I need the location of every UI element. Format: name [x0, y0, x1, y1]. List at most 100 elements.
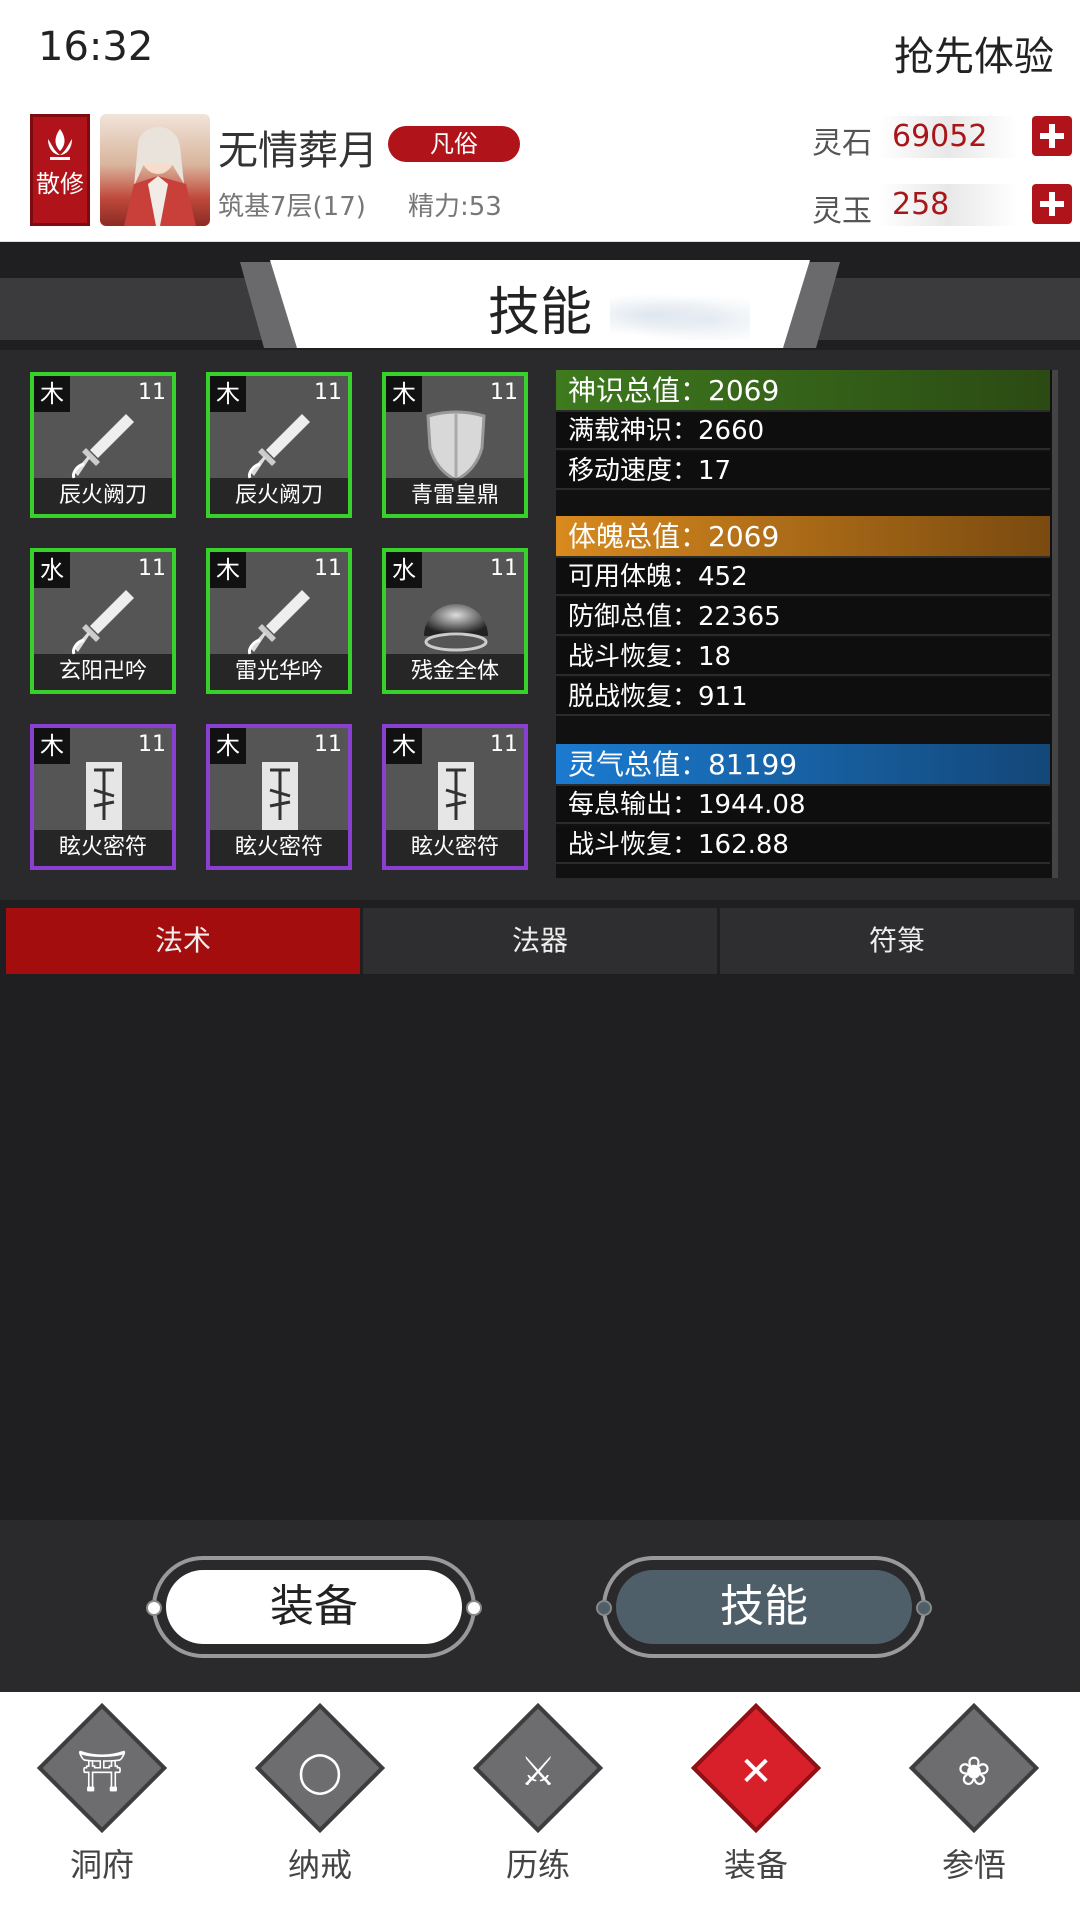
skill-slot[interactable]: 木 11 辰火阙刀: [30, 372, 176, 518]
skill-name: 雷光华吟: [210, 654, 348, 690]
shenshi-total: 神识总值：2069: [556, 370, 1050, 412]
stat-row: 战斗恢复：18: [556, 638, 1050, 676]
skill-level: 11: [490, 556, 518, 581]
skill-slot[interactable]: 木 11 眩火密符: [30, 724, 176, 870]
skill-toggle-label: 技能: [616, 1570, 912, 1644]
nav-label: 洞府: [69, 1846, 134, 1884]
skill-name: 眩火密符: [210, 830, 348, 866]
skill-element: 木: [34, 728, 70, 764]
currency-lingyu: 灵玉 258: [812, 184, 1072, 229]
profile-header: 散修 无情葬月 凡俗 筑基7层(17) 精力:53 灵石 69052 灵玉 25…: [0, 100, 1080, 242]
skill-element: 木: [34, 376, 70, 412]
sword-icon: [64, 580, 144, 660]
cultivation-realm: 筑基7层(17): [218, 192, 366, 222]
tipo-total: 体魄总值：2069: [556, 516, 1050, 558]
tab-talismans[interactable]: 符箓: [720, 908, 1074, 974]
nav-item-canwu[interactable]: ❀ 参悟: [904, 1702, 1044, 1902]
shield-icon: [416, 404, 496, 484]
equipment-icon: ✕: [739, 1749, 773, 1795]
skill-toggle-button[interactable]: 技能: [596, 1556, 932, 1658]
crossed-swords-icon: ⚔: [520, 1749, 556, 1795]
stat-row: 防御总值：22365: [556, 598, 1050, 636]
skill-slot[interactable]: 木 11 辰火阙刀: [206, 372, 352, 518]
currency-label: 灵石: [812, 126, 872, 161]
skill-level: 11: [138, 556, 166, 581]
skill-level: 11: [138, 380, 166, 405]
energy-value: 精力:53: [408, 192, 502, 222]
talisman-icon: [416, 756, 496, 836]
pill-dot: [596, 1600, 612, 1616]
skill-element: 木: [386, 728, 422, 764]
page-title: 技能: [487, 283, 592, 343]
stat-row: 满载神识：2660: [556, 412, 1050, 450]
skill-element: 水: [386, 552, 422, 588]
skill-name: 青雷皇鼎: [386, 478, 524, 514]
stat-row: 移动速度：17: [556, 452, 1050, 490]
lingqi-total: 灵气总值：81199: [556, 744, 1050, 786]
rank-badge: 凡俗: [388, 126, 520, 162]
bottom-nav: ⛩ 洞府 ◯ 纳戒 ⚔ 历练 ✕ 装备 ❀ 参悟: [0, 1692, 1080, 1920]
tab-artifacts[interactable]: 法器: [363, 908, 717, 974]
skill-slot[interactable]: 木 11 眩火密符: [382, 724, 528, 870]
skill-level: 11: [490, 380, 518, 405]
avatar[interactable]: [100, 114, 210, 226]
currency-lingshi: 灵石 69052: [812, 116, 1072, 161]
stat-row: 可用体魄：452: [556, 558, 1050, 596]
skill-name: 眩火密符: [386, 830, 524, 866]
stats-panel: 神识总值：2069 满载神识：2660 移动速度：17 体魄总值：2069 可用…: [556, 370, 1058, 878]
skill-element: 木: [386, 376, 422, 412]
add-lingyu-button[interactable]: [1032, 184, 1072, 224]
currency-label: 灵玉: [812, 194, 872, 229]
lotus-icon: ❀: [957, 1749, 991, 1795]
add-lingshi-button[interactable]: [1032, 116, 1072, 156]
tab-spells[interactable]: 法术: [6, 908, 360, 974]
nav-item-zhuangbei[interactable]: ✕ 装备: [686, 1702, 826, 1902]
skill-slot[interactable]: 木 11 眩火密符: [206, 724, 352, 870]
early-access-label[interactable]: 抢先体验: [894, 24, 1054, 82]
sword-icon: [240, 580, 320, 660]
skill-level: 11: [314, 556, 342, 581]
skill-slot[interactable]: 水 11 玄阳卍吟: [30, 548, 176, 694]
skill-name: 玄阳卍吟: [34, 654, 172, 690]
skill-level: 11: [490, 732, 518, 757]
sect-badge[interactable]: 散修: [30, 114, 90, 226]
nav-item-lilian[interactable]: ⚔ 历练: [468, 1702, 608, 1902]
skill-level: 11: [138, 732, 166, 757]
player-name: 无情葬月: [218, 128, 378, 174]
equip-toggle-button[interactable]: 装备: [146, 1556, 482, 1658]
skill-slot[interactable]: 水 11 残金全体: [382, 548, 528, 694]
pill-dot: [916, 1600, 932, 1616]
stats-scrollbar[interactable]: [1052, 370, 1058, 878]
stat-row: 脱战恢复：911: [556, 678, 1050, 716]
nav-label: 历练: [505, 1846, 570, 1884]
nav-label: 参悟: [941, 1846, 1006, 1884]
skill-element: 木: [210, 552, 246, 588]
talisman-icon: [240, 756, 320, 836]
status-bar: 16:32 抢先体验: [0, 0, 1080, 100]
nav-item-dongfu[interactable]: ⛩ 洞府: [32, 1702, 172, 1902]
nav-label: 装备: [723, 1846, 788, 1884]
equip-toggle-label: 装备: [166, 1570, 462, 1644]
sect-label: 散修: [36, 170, 84, 198]
currency-value: 69052: [878, 116, 1018, 158]
pill-dot: [146, 1600, 162, 1616]
skill-level: 11: [314, 380, 342, 405]
skill-level: 11: [314, 732, 342, 757]
currency-value: 258: [878, 184, 1018, 226]
skill-slot[interactable]: 木 11 青雷皇鼎: [382, 372, 528, 518]
nav-item-najie[interactable]: ◯ 纳戒: [250, 1702, 390, 1902]
skill-element: 水: [34, 552, 70, 588]
sword-icon: [240, 404, 320, 484]
skill-name: 辰火阙刀: [210, 478, 348, 514]
stat-row: 战斗恢复：162.88: [556, 826, 1050, 864]
skill-name: 残金全体: [386, 654, 524, 690]
skill-element: 木: [210, 728, 246, 764]
nav-label: 纳戒: [287, 1846, 352, 1884]
status-time: 16:32: [38, 24, 154, 70]
skill-slot[interactable]: 木 11 雷光华吟: [206, 548, 352, 694]
lotus-icon: [40, 125, 80, 165]
pill-dot: [466, 1600, 482, 1616]
category-tabs: 法术 法器 符箓: [6, 908, 1074, 974]
sword-icon: [64, 404, 144, 484]
skill-element: 木: [210, 376, 246, 412]
